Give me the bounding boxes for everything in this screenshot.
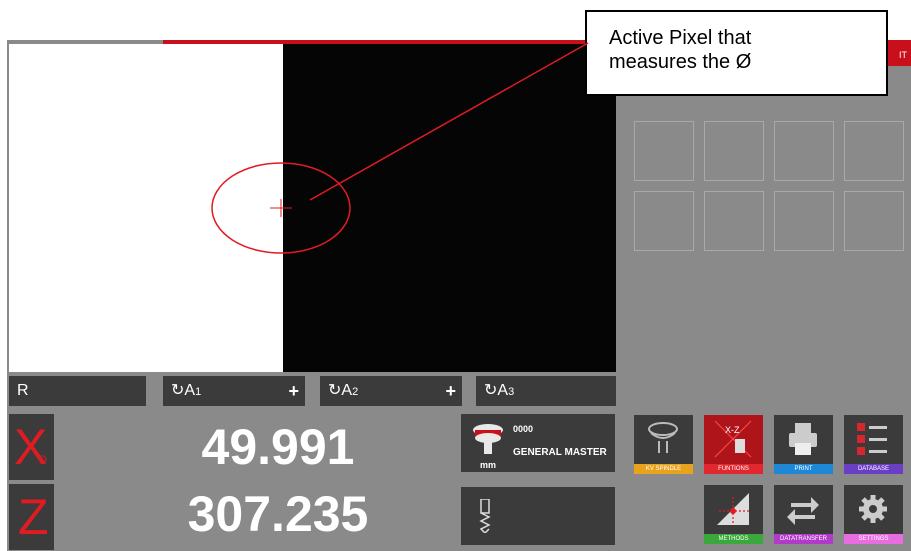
callout-pointer-line bbox=[309, 42, 589, 201]
annotation-overlay bbox=[211, 42, 589, 254]
